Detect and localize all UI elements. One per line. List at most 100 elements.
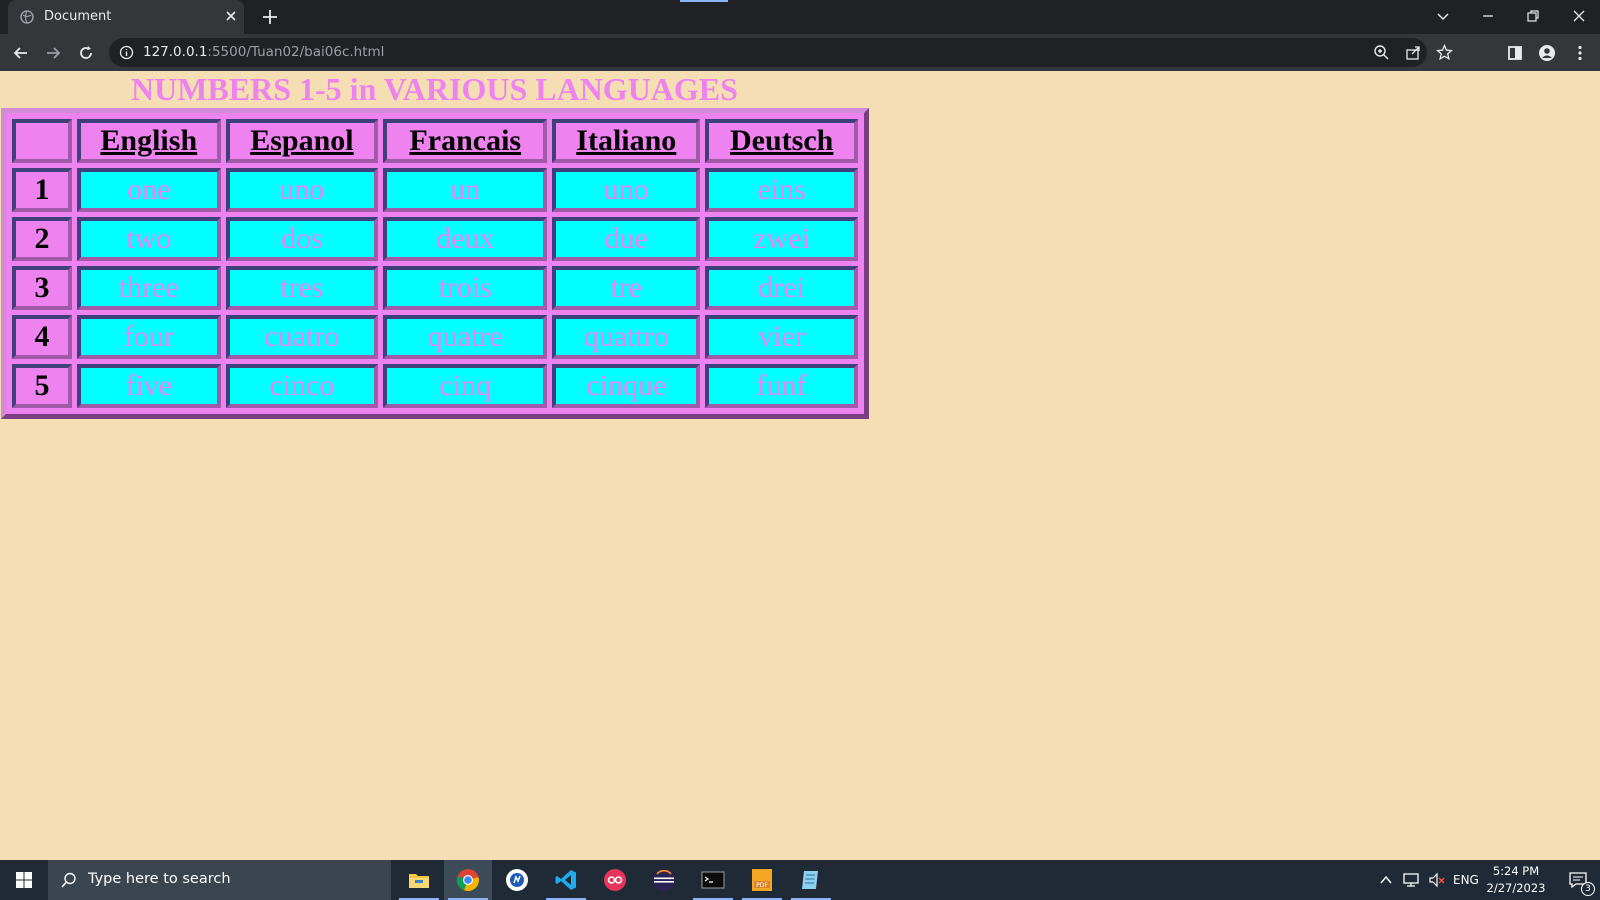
taskbar-pdf-app[interactable]: PDF [738,860,786,900]
word-cell: four [77,315,221,359]
share-icon[interactable] [1405,44,1422,61]
eclipse-icon [653,869,675,891]
corner-cell [12,119,72,163]
notepad-icon [802,871,818,889]
row-number-cell: 4 [12,315,72,359]
word-cell: uno [552,168,701,212]
search-placeholder: Type here to search [88,871,231,887]
word-cell: one [77,168,221,212]
word-cell: quatre [383,315,548,359]
table-row: 5 five cinco cinq cinque funf [12,364,858,408]
windows-start-icon[interactable] [0,860,48,900]
taskbar-photos-app[interactable] [493,860,541,900]
forward-icon[interactable] [43,43,63,63]
table-row: 3 three tres trois tre drei [12,266,858,310]
network-icon[interactable] [1402,872,1420,888]
browser-toolbar: 127.0.0.1:5500/Tuan02/bai06c.html [0,34,1600,71]
folder-icon [409,874,429,888]
word-cell: two [77,217,221,261]
close-tab-icon[interactable] [224,9,238,23]
languages-table: English Espanol Francais Italiano Deutsc… [1,108,869,419]
taskbar-file-explorer[interactable] [395,860,443,900]
terminal-icon [701,871,725,889]
minimize-icon[interactable] [1478,6,1498,26]
word-cell: dos [225,217,379,261]
word-cell: deux [383,217,548,261]
url-text[interactable]: 127.0.0.1:5500/Tuan02/bai06c.html [143,44,384,60]
row-number-cell: 5 [12,364,72,408]
word-cell: funf [705,364,858,408]
word-cell: zwei [705,217,858,261]
word-cell: vier [705,315,858,359]
word-cell: cinq [383,364,548,408]
notification-count-badge: 3 [1581,882,1595,896]
red-app-icon [604,869,626,891]
menu-kebab-icon[interactable] [1570,43,1590,63]
tab-strip: Document [0,0,1600,34]
word-cell: three [77,266,221,310]
column-header: Francais [383,119,548,163]
word-cell: cuatro [225,315,379,359]
clock-time: 5:24 PM [1492,864,1540,878]
reload-icon[interactable] [76,43,96,63]
word-cell: cinco [225,364,379,408]
back-icon[interactable] [11,43,31,63]
word-cell: five [77,364,221,408]
taskbar-eclipse[interactable] [640,860,688,900]
notification-center-button[interactable]: 3 [1556,860,1600,900]
globe-icon [20,10,34,24]
close-window-icon[interactable] [1569,6,1589,26]
word-cell: tre [552,266,701,310]
taskbar-app-red[interactable] [591,860,639,900]
taskbar-clock[interactable]: 5:24 PM 2/27/2023 [1476,863,1556,897]
word-cell: uno [225,168,379,212]
page-title: NUMBERS 1-5 in VARIOUS LANGUAGES [131,71,738,107]
tab-search-chevron-icon[interactable] [1433,6,1453,26]
address-bar[interactable]: 127.0.0.1:5500/Tuan02/bai06c.html [109,38,1453,67]
zoom-icon[interactable] [1373,44,1390,61]
tab-search-indicator [680,0,728,2]
tray-chevron-up-icon[interactable] [1379,873,1393,887]
taskbar-chrome[interactable] [444,860,492,900]
word-cell: trois [383,266,548,310]
bookmark-star-icon[interactable] [1436,44,1453,61]
taskbar-terminal[interactable] [689,860,737,900]
profile-icon[interactable] [1537,43,1557,63]
word-cell: due [552,217,701,261]
column-header: Espanol [225,119,379,163]
clock-date: 2/27/2023 [1486,881,1546,895]
vscode-icon [555,870,576,890]
row-number-cell: 1 [12,168,72,212]
column-header: English [77,119,221,163]
table-row: 4 four cuatro quatre quattro vier [12,315,858,359]
column-header: Deutsch [705,119,858,163]
taskbar-notepad-app[interactable] [787,860,835,900]
app-round-icon [506,869,528,891]
svg-text:PDF: PDF [756,882,768,889]
restore-icon[interactable] [1523,6,1543,26]
word-cell: cinque [552,364,701,408]
chrome-icon [456,869,479,892]
site-info-icon[interactable] [119,45,134,60]
word-cell: eins [705,168,858,212]
side-panel-icon[interactable] [1505,43,1525,63]
browser-tab[interactable]: Document [8,0,244,34]
table-row: 2 two dos deux due zwei [12,217,858,261]
row-number-cell: 2 [12,217,72,261]
table-header-row: English Espanol Francais Italiano Deutsc… [12,119,858,163]
taskbar-vscode[interactable] [542,860,590,900]
new-tab-icon[interactable] [261,8,279,26]
volume-muted-icon[interactable] [1428,872,1446,888]
word-cell: un [383,168,548,212]
row-number-cell: 3 [12,266,72,310]
word-cell: tres [225,266,379,310]
search-icon [61,872,76,888]
word-cell: drei [705,266,858,310]
column-header: Italiano [552,119,701,163]
taskbar-search-box[interactable]: Type here to search [48,860,391,900]
windows-taskbar: Type here to search PDF ENG 5:24 PM 2/27… [0,860,1600,900]
language-indicator[interactable]: ENG [1453,873,1479,887]
word-cell: quattro [552,315,701,359]
tab-title: Document [44,9,112,24]
table-row: 1 one uno un uno eins [12,168,858,212]
